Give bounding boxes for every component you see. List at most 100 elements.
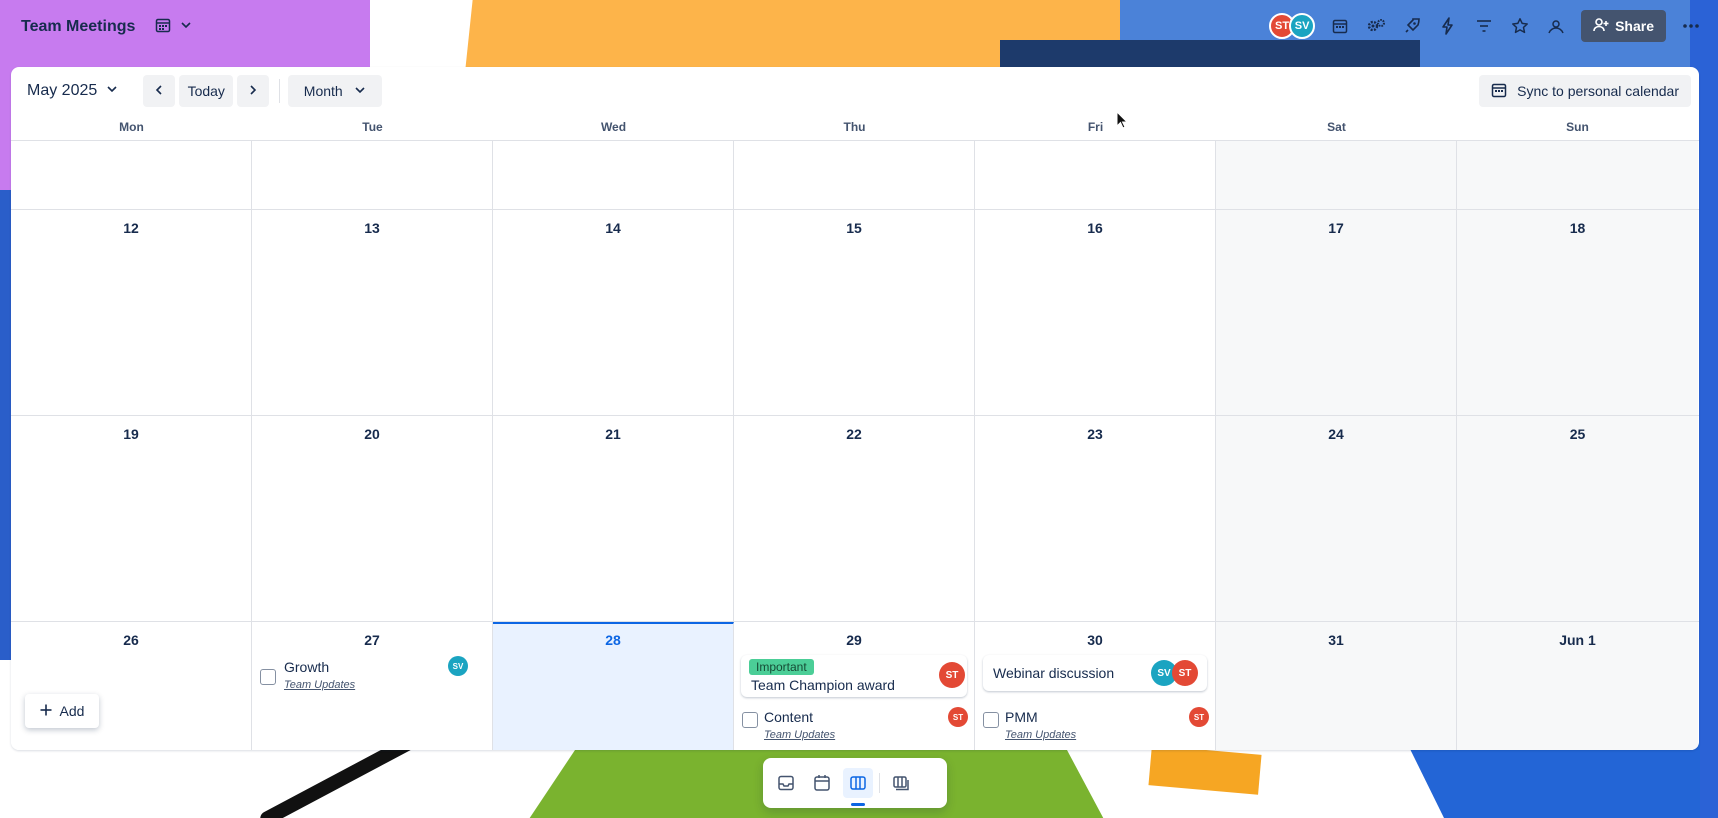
avatar: ST: [939, 662, 965, 688]
calendar-icon: [1491, 82, 1507, 101]
calendar-week: 26 27 Growth Team Updates SV 28 29 Impor…: [11, 622, 1699, 750]
bottom-view-switcher: [763, 758, 947, 808]
chevron-left-icon: [153, 83, 165, 99]
day-cell[interactable]: 29 Important Team Champion award ST Cont…: [734, 622, 975, 750]
day-cell[interactable]: Jun 1: [1457, 622, 1698, 750]
day-cell[interactable]: 25: [1457, 416, 1698, 621]
day-number: 15: [846, 220, 862, 236]
task-title: Growth: [284, 659, 330, 675]
day-number: [1457, 141, 1698, 151]
day-cell[interactable]: 22: [734, 416, 975, 621]
task-checkbox[interactable]: [983, 712, 999, 728]
task-list-link[interactable]: Team Updates: [1005, 729, 1076, 741]
workspace-visibility-icon[interactable]: [1545, 15, 1567, 37]
day-cell[interactable]: 16: [975, 210, 1216, 415]
view-switcher[interactable]: [155, 17, 193, 38]
day-cell[interactable]: [252, 141, 493, 209]
day-cell[interactable]: 20: [252, 416, 493, 621]
card-title: Team Champion award: [751, 677, 895, 693]
label-important: Important: [749, 659, 814, 675]
day-cell[interactable]: [734, 141, 975, 209]
task-body: Content Team Updates: [764, 707, 835, 741]
add-button[interactable]: Add: [25, 694, 99, 728]
calendar-toolbar: May 2025 Today Month Sync to personal ca…: [11, 67, 1699, 115]
weekday-label: Sat: [1327, 120, 1346, 134]
star-icon[interactable]: [1509, 15, 1531, 37]
chevron-right-icon: [247, 83, 259, 99]
day-cell[interactable]: 15: [734, 210, 975, 415]
board-title[interactable]: Team Meetings: [21, 18, 135, 36]
day-cell[interactable]: 19: [11, 416, 252, 621]
planner-icon[interactable]: [807, 768, 837, 798]
day-cell[interactable]: [975, 141, 1216, 209]
day-cell[interactable]: 17: [1216, 210, 1457, 415]
day-number: [734, 141, 974, 151]
day-cell[interactable]: 30 Webinar discussion SV ST PMM Team Upd…: [975, 622, 1216, 750]
sync-calendar-button[interactable]: Sync to personal calendar: [1479, 75, 1691, 107]
weekday-label: Tue: [362, 120, 383, 134]
plus-icon: [40, 703, 52, 719]
day-cell[interactable]: [493, 141, 734, 209]
chevron-down-icon: [353, 83, 367, 100]
board-members[interactable]: ST SV: [1269, 13, 1316, 39]
switch-boards-icon[interactable]: [886, 768, 916, 798]
day-cell[interactable]: 26: [11, 622, 252, 750]
inbox-icon[interactable]: [771, 768, 801, 798]
share-button[interactable]: Share: [1581, 10, 1666, 42]
day-number: 30: [1087, 632, 1103, 648]
calendar-week: 12 13 14 15 16 17 18: [11, 210, 1699, 416]
day-cell[interactable]: 21: [493, 416, 734, 621]
avatar[interactable]: SV: [1289, 13, 1316, 39]
day-cell[interactable]: 13: [252, 210, 493, 415]
day-number: 14: [605, 220, 621, 236]
day-cell[interactable]: 24: [1216, 416, 1457, 621]
today-button[interactable]: Today: [179, 75, 234, 107]
day-cell[interactable]: 27 Growth Team Updates SV: [252, 622, 493, 750]
task-checkbox[interactable]: [742, 712, 758, 728]
task-list-link[interactable]: Team Updates: [764, 729, 835, 741]
day-number: 31: [1328, 632, 1344, 648]
day-number: 13: [364, 220, 380, 236]
task-body: PMM Team Updates: [1005, 707, 1076, 741]
day-cell[interactable]: [11, 141, 252, 209]
event-card-team-champion[interactable]: Important Team Champion award ST: [741, 655, 967, 697]
day-cell[interactable]: [1216, 141, 1457, 209]
add-person-icon: [1593, 17, 1609, 36]
day-number: 21: [605, 426, 621, 442]
bottom-bar-divider: [879, 773, 880, 793]
range-select[interactable]: Month: [288, 75, 383, 107]
filter-icon[interactable]: [1473, 15, 1495, 37]
month-label: May 2025: [27, 82, 98, 99]
day-cell[interactable]: 31: [1216, 622, 1457, 750]
task-content[interactable]: Content Team Updates: [742, 707, 835, 741]
day-number: 17: [1328, 220, 1344, 236]
day-cell[interactable]: 23: [975, 416, 1216, 621]
calendar-power-up-icon[interactable]: [1329, 15, 1351, 37]
day-cell[interactable]: 12: [11, 210, 252, 415]
day-cell[interactable]: [1457, 141, 1698, 209]
task-list-link[interactable]: Team Updates: [284, 679, 355, 691]
day-cell-today[interactable]: 28: [493, 622, 734, 750]
board-view-icon[interactable]: [843, 768, 873, 806]
task-growth[interactable]: Growth Team Updates: [260, 657, 355, 691]
more-icon[interactable]: [1680, 15, 1702, 37]
month-picker[interactable]: May 2025: [27, 82, 119, 101]
day-cell[interactable]: 18: [1457, 210, 1698, 415]
rocket-icon[interactable]: [1401, 15, 1423, 37]
range-select-label: Month: [303, 83, 343, 99]
lightning-icon[interactable]: [1437, 15, 1459, 37]
task-checkbox[interactable]: [260, 669, 276, 685]
previous-month-button[interactable]: [143, 75, 176, 107]
next-month-button[interactable]: [237, 75, 270, 107]
gears-icon[interactable]: [1365, 15, 1387, 37]
toolbar-divider: [279, 79, 281, 103]
day-number: 19: [123, 426, 139, 442]
event-card-webinar[interactable]: Webinar discussion SV ST: [983, 655, 1207, 691]
day-number: [1216, 141, 1456, 151]
day-number: 23: [1087, 426, 1103, 442]
weekday-header: Mon Tue Wed Thu Fri Sat Sun: [11, 115, 1699, 141]
task-pmm[interactable]: PMM Team Updates: [983, 707, 1076, 741]
calendar-week: [11, 141, 1699, 210]
day-cell[interactable]: 14: [493, 210, 734, 415]
task-title: Content: [764, 709, 814, 725]
